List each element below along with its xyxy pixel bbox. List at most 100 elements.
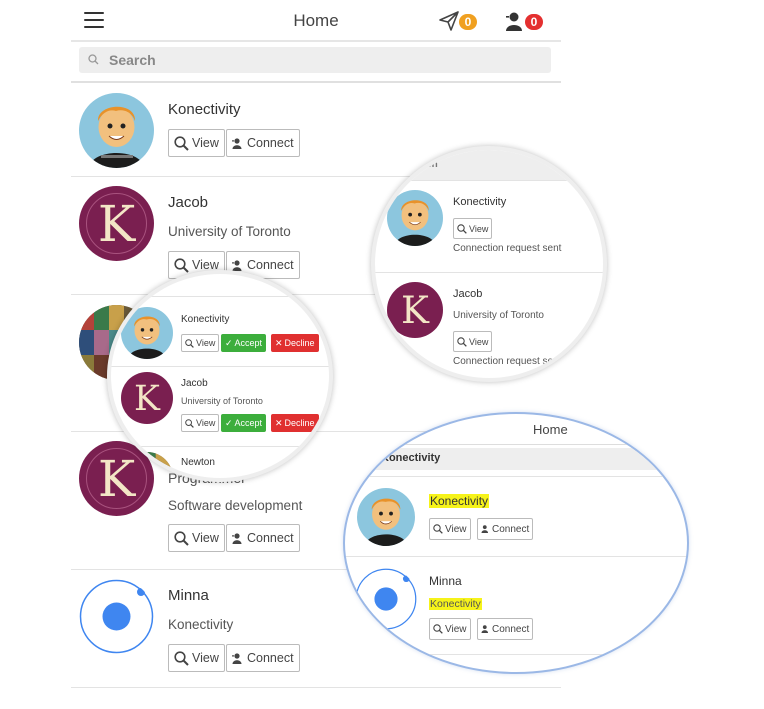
svg-text:K: K — [401, 288, 430, 332]
mascot-avatar — [387, 190, 443, 246]
connect-label: Connect — [247, 136, 294, 150]
close-icon: ✕ — [275, 337, 283, 348]
add-user-icon — [232, 532, 242, 544]
add-user-icon — [481, 525, 489, 533]
item-name: Konectivity — [429, 494, 490, 508]
search-icon — [457, 336, 467, 347]
zoom-sent-requests: earch Konectivity View Connection reques… — [371, 146, 607, 382]
connect-button[interactable]: Connect — [477, 618, 534, 640]
avatar — [79, 93, 154, 168]
decline-button[interactable]: ✕ Decline — [271, 334, 319, 352]
highlighted-match: Konectivity — [429, 494, 490, 508]
zoom-search-results: Home Konectivity Konectivity View Connec… — [343, 412, 689, 674]
zoom-page-title: Home — [533, 422, 568, 437]
connect-label: Connect — [492, 623, 530, 635]
add-user-icon — [232, 259, 242, 271]
view-label: View — [445, 523, 467, 535]
avatar — [121, 307, 173, 359]
item-name: Jacob — [181, 378, 208, 389]
blue-dot-avatar — [79, 579, 154, 654]
messages-button[interactable]: 0 — [439, 10, 485, 32]
view-button[interactable]: View — [168, 129, 225, 157]
item-subtitle: Konectivity — [429, 598, 482, 610]
connect-label: Connect — [247, 258, 294, 272]
search-icon — [185, 338, 194, 348]
view-label: View — [192, 136, 219, 150]
search-icon — [457, 223, 467, 234]
search-icon — [361, 454, 371, 464]
blue-dot-avatar — [355, 568, 417, 630]
zoom-search-bar: earch — [375, 150, 603, 180]
view-label: View — [445, 623, 467, 635]
accept-label: Accept — [234, 418, 263, 428]
connect-button[interactable]: Connect — [226, 644, 300, 672]
view-label: View — [469, 336, 489, 347]
item-name: Minna — [429, 574, 462, 588]
view-button[interactable]: View — [168, 644, 225, 672]
page-title: Home — [293, 11, 339, 30]
accept-button[interactable]: ✓ Accept — [221, 414, 267, 432]
view-label: View — [196, 418, 216, 428]
requests-badge: 0 — [525, 14, 543, 30]
connect-button[interactable]: Connect — [226, 524, 300, 552]
accept-button[interactable]: ✓ Accept — [221, 334, 267, 352]
requests-button[interactable]: 0 — [505, 10, 551, 32]
connect-label: Connect — [247, 651, 294, 665]
add-user-icon — [481, 625, 489, 633]
zoom-search-bar[interactable]: Konectivity — [353, 448, 683, 470]
view-button[interactable]: View — [181, 414, 220, 432]
avatar: K — [121, 372, 173, 424]
search-bar[interactable] — [79, 47, 551, 73]
item-subtitle: University of Toronto — [168, 224, 291, 239]
zoom-incoming-requests: Konectivity View ✓ Accept ✕ Decline K Ja… — [107, 270, 333, 482]
check-icon: ✓ — [225, 337, 233, 348]
item-name: Jacob — [168, 194, 209, 211]
decline-label: Decline — [284, 418, 315, 428]
svg-text:K: K — [134, 379, 161, 419]
avatar: K — [387, 282, 443, 338]
messages-badge: 0 — [459, 14, 477, 30]
search-icon — [185, 418, 194, 428]
view-label: View — [192, 651, 219, 665]
search-icon — [174, 650, 189, 666]
zoom-search-text: earch — [411, 159, 438, 170]
highlighted-match: Konectivity — [429, 598, 482, 610]
item-subtitle: Konectivity — [168, 617, 234, 632]
k-logo-avatar: K — [79, 186, 154, 261]
add-user-icon — [232, 652, 242, 664]
avatar — [355, 568, 417, 630]
item-name: Newton — [181, 457, 215, 468]
view-label: View — [192, 531, 219, 545]
request-status: Connection request sent — [453, 243, 562, 254]
search-icon — [433, 624, 443, 634]
mascot-avatar — [121, 307, 173, 359]
view-label: View — [196, 338, 216, 348]
view-button[interactable]: View — [453, 331, 493, 352]
decline-label: Decline — [284, 338, 315, 348]
paper-plane-icon — [439, 11, 459, 31]
avatar — [387, 190, 443, 246]
k-logo-avatar: K — [387, 282, 443, 338]
view-button[interactable]: View — [429, 518, 471, 540]
connect-button[interactable]: Connect — [477, 518, 534, 540]
search-icon — [174, 135, 189, 151]
app-bar: Home 0 0 — [71, 0, 561, 42]
k-logo-avatar: K — [121, 372, 173, 424]
mascot-avatar — [357, 488, 415, 546]
view-button[interactable]: View — [181, 334, 220, 352]
person-plus-icon — [506, 12, 522, 31]
view-label: View — [469, 223, 489, 234]
view-button[interactable]: View — [168, 524, 225, 552]
decline-button[interactable]: ✕ Decline — [271, 414, 319, 432]
connect-button[interactable]: Connect — [226, 129, 300, 157]
mascot-avatar — [79, 93, 154, 168]
close-icon: ✕ — [275, 417, 283, 428]
view-button[interactable]: View — [429, 618, 471, 640]
search-query: Konectivity — [381, 452, 441, 464]
item-subtitle: University of Toronto — [453, 310, 544, 321]
item-name: Jacob — [453, 288, 483, 300]
search-input[interactable] — [109, 51, 529, 69]
add-user-icon — [232, 137, 242, 149]
view-button[interactable]: View — [453, 218, 493, 239]
connect-label: Connect — [247, 531, 294, 545]
